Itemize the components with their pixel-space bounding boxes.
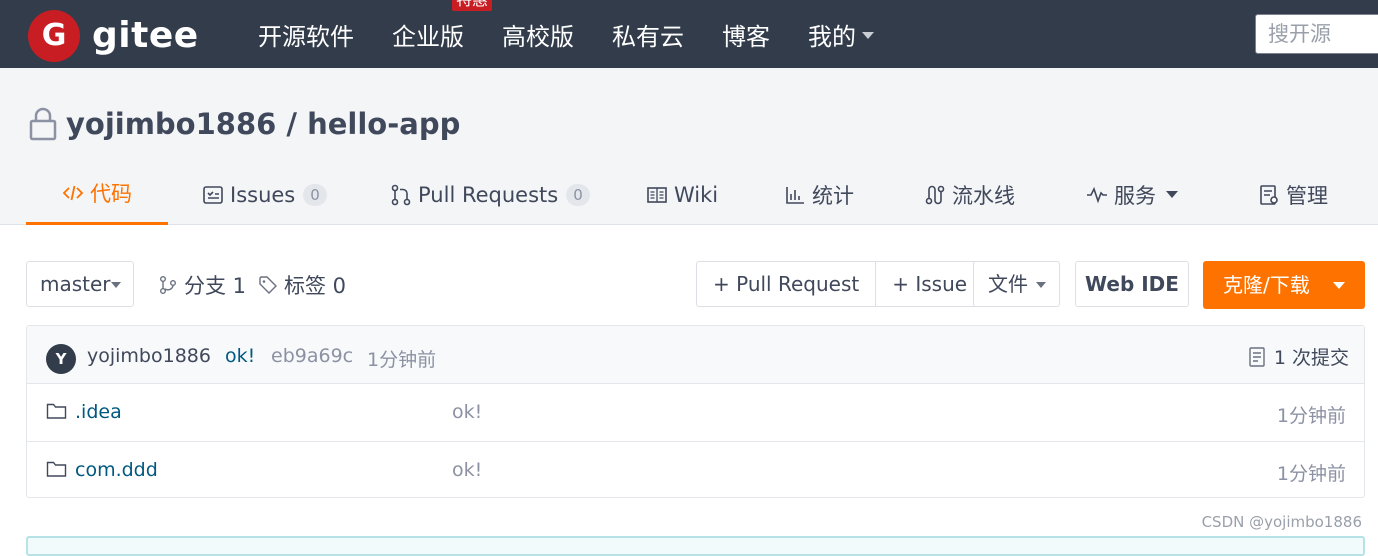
folder-icon: [46, 461, 67, 477]
tab-wiki-label: Wiki: [674, 182, 719, 207]
watermark: CSDN @yojimbo1886: [1201, 513, 1362, 531]
search-input[interactable]: 搜开源: [1255, 14, 1378, 54]
issues-icon: [203, 185, 223, 204]
tab-code-label: 代码: [90, 182, 132, 206]
branch-select[interactable]: master: [26, 261, 134, 307]
repo-header: yojimbo1886 / hello-app 代码 Issues 0 Pull…: [0, 68, 1378, 225]
promo-badge: 特惠: [452, 0, 493, 11]
file-menu-label: 文件: [988, 272, 1028, 296]
commit-time: 1分钟前: [367, 349, 437, 371]
pipeline-icon: [925, 185, 945, 204]
commit-author[interactable]: yojimbo1886: [87, 345, 211, 367]
commit-count-link[interactable]: 1 次提交: [1248, 343, 1349, 370]
repo-tabs: 代码 Issues 0 Pull Requests 0 Wiki 统计 流水线 …: [26, 164, 1366, 225]
logo-text: gitee: [92, 15, 199, 56]
tab-pull-requests-label: Pull Requests: [418, 182, 559, 207]
tab-wiki[interactable]: Wiki: [646, 164, 718, 225]
nav-private-cloud[interactable]: 私有云: [612, 17, 684, 52]
tags-link[interactable]: 标签 0: [258, 270, 346, 300]
file-name[interactable]: com.ddd: [75, 459, 158, 481]
chevron-down-icon: [1036, 282, 1046, 288]
file-commit-message[interactable]: ok!: [452, 401, 482, 423]
chevron-down-icon: [862, 31, 874, 39]
issues-count-badge: 0: [303, 183, 327, 206]
avatar[interactable]: Y: [46, 344, 76, 374]
nav-mine-label: 我的: [808, 22, 856, 51]
repo-name[interactable]: yojimbo1886 / hello-app: [66, 104, 460, 144]
code-icon: [62, 185, 84, 201]
chevron-down-icon: [111, 282, 121, 288]
file-commit-message[interactable]: ok!: [452, 459, 482, 481]
tab-manage-label: 管理: [1286, 183, 1328, 208]
main-nav: 开源软件 企业版 特惠 高校版 私有云 博客 我的: [258, 0, 912, 68]
tab-issues[interactable]: Issues 0: [202, 164, 327, 225]
pull-request-icon: [391, 184, 411, 205]
branches-link[interactable]: 分支 1: [158, 270, 246, 300]
readme-box: [26, 536, 1365, 556]
clone-download-button[interactable]: 克隆/下载: [1203, 261, 1365, 309]
tab-service-label: 服务: [1114, 183, 1156, 208]
clone-download-label: 克隆/下载: [1223, 273, 1310, 297]
tab-stats-label: 统计: [812, 183, 854, 208]
repo-title: yojimbo1886 / hello-app: [28, 104, 460, 144]
nav-mine-dropdown[interactable]: 我的: [808, 17, 874, 52]
file-list: Y yojimbo1886 ok! eb9a69c 1分钟前 1 次提交 .id…: [26, 325, 1365, 498]
nav-education[interactable]: 高校版: [502, 17, 574, 52]
service-icon: [1087, 186, 1107, 203]
nav-enterprise-label: 企业版: [392, 22, 464, 51]
commit-count-label: 1 次提交: [1273, 347, 1349, 369]
tab-manage[interactable]: 管理: [1258, 164, 1328, 225]
tab-issues-label: Issues: [230, 182, 296, 207]
folder-icon: [46, 403, 67, 419]
commits-icon: [1249, 346, 1265, 367]
nav-blog[interactable]: 博客: [722, 17, 770, 52]
manage-icon: [1260, 184, 1278, 205]
file-time: 1分钟前: [1276, 463, 1346, 485]
tab-pipeline[interactable]: 流水线: [924, 164, 1015, 225]
nav-enterprise[interactable]: 企业版 特惠: [392, 0, 493, 52]
commit-message[interactable]: ok!: [225, 345, 255, 367]
gitee-logo[interactable]: G gitee: [28, 10, 199, 62]
chevron-down-icon: [1166, 191, 1178, 198]
new-issue-button[interactable]: + Issue: [875, 262, 983, 306]
lock-icon: [29, 107, 57, 141]
table-row[interactable]: .idea ok! 1分钟前: [27, 384, 1364, 441]
web-ide-button[interactable]: Web IDE: [1075, 261, 1189, 307]
file-time: 1分钟前: [1276, 405, 1346, 427]
tags-label: 标签 0: [284, 274, 347, 298]
new-item-button-group: + Pull Request + Issue: [696, 261, 985, 307]
branch-select-value: master: [40, 272, 111, 296]
tab-pull-requests[interactable]: Pull Requests 0: [390, 164, 590, 225]
chevron-down-icon: [1333, 282, 1345, 289]
pr-count-badge: 0: [566, 183, 590, 206]
wiki-icon: [647, 186, 667, 203]
tag-icon: [259, 276, 277, 294]
gitee-logo-icon: G: [28, 10, 80, 62]
latest-commit-bar: Y yojimbo1886 ok! eb9a69c 1分钟前 1 次提交: [27, 326, 1364, 384]
nav-open-source[interactable]: 开源软件: [258, 17, 354, 52]
tab-service-dropdown[interactable]: 服务: [1086, 164, 1178, 225]
new-pull-request-button[interactable]: + Pull Request: [697, 262, 875, 306]
stats-icon: [786, 186, 804, 204]
top-navbar: G gitee 开源软件 企业版 特惠 高校版 私有云 博客 我的 搜开源: [0, 0, 1378, 68]
tab-pipeline-label: 流水线: [952, 183, 1015, 208]
file-name[interactable]: .idea: [75, 401, 122, 423]
tab-code[interactable]: 代码: [26, 164, 168, 225]
commit-hash[interactable]: eb9a69c: [271, 345, 353, 367]
file-menu-button[interactable]: 文件: [973, 261, 1060, 307]
branches-label: 分支 1: [184, 274, 247, 298]
branch-icon: [160, 276, 176, 294]
tab-stats[interactable]: 统计: [784, 164, 854, 225]
table-row[interactable]: com.ddd ok! 1分钟前: [27, 441, 1364, 498]
